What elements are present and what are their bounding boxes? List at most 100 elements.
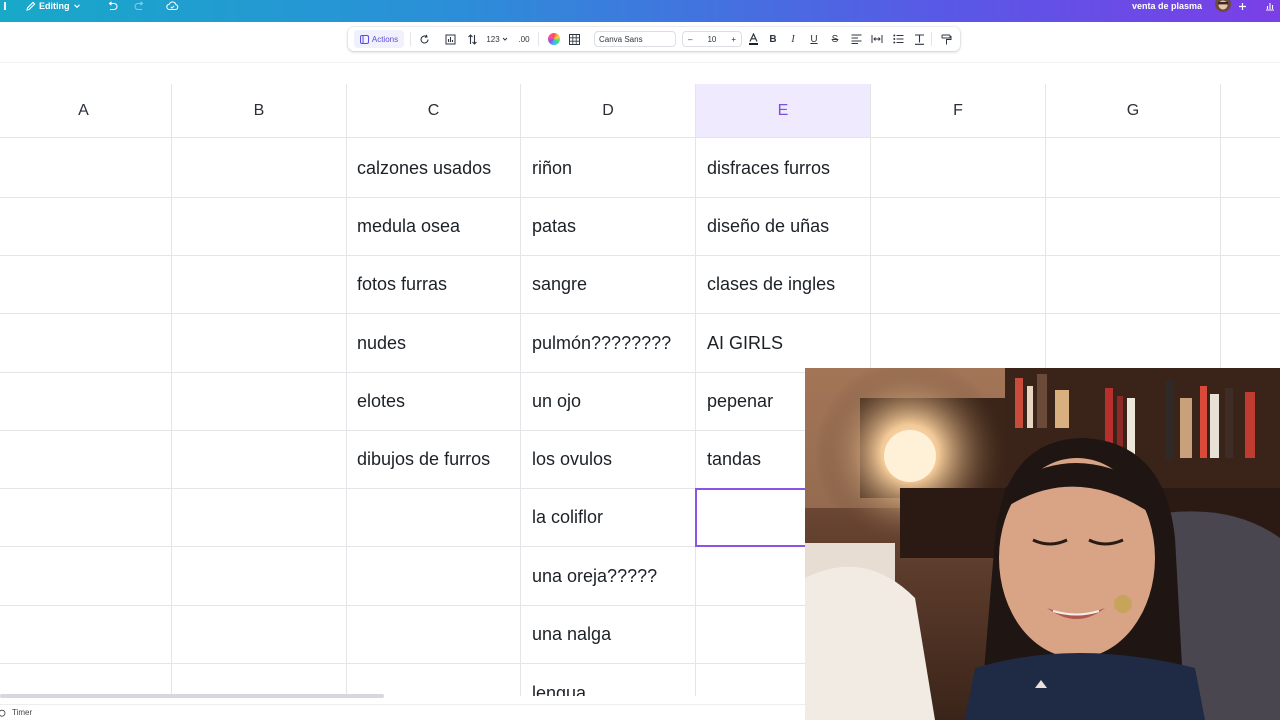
undo-button[interactable]	[107, 0, 118, 12]
increase-font-size-button[interactable]: +	[731, 35, 736, 44]
grid-line	[171, 138, 172, 696]
toolbar-divider	[410, 32, 411, 46]
paint-roller-icon	[941, 34, 951, 44]
bold-glyph: B	[769, 33, 777, 45]
document-title[interactable]: venta de plasma	[1132, 0, 1202, 12]
cell-d2[interactable]: patas	[521, 197, 695, 255]
list-button[interactable]	[891, 27, 905, 51]
cloud-save-button[interactable]	[166, 0, 179, 12]
toolbar-area-background	[0, 62, 1280, 84]
undo-icon	[108, 1, 118, 11]
toolbar-divider	[931, 32, 932, 46]
column-header-e[interactable]: E	[696, 84, 871, 138]
italic-button[interactable]: I	[786, 27, 800, 51]
decimals-label: .00	[518, 34, 530, 44]
bullet-list-icon	[892, 34, 903, 44]
cell-d1[interactable]: riñon	[521, 139, 695, 197]
cell-d6[interactable]: los ovulos	[521, 430, 695, 488]
align-left-icon	[851, 34, 861, 44]
toolbar-divider	[538, 32, 539, 46]
font-family-label: Canva Sans	[599, 34, 643, 44]
column-header-d[interactable]: D	[521, 84, 696, 138]
cell-c1[interactable]: calzones usados	[346, 139, 520, 197]
refresh-button[interactable]	[416, 27, 432, 51]
actions-icon	[359, 34, 369, 44]
cell-e4[interactable]: AI GIRLS	[696, 314, 870, 372]
chevron-down-icon	[502, 37, 508, 41]
column-header-a[interactable]: A	[0, 84, 172, 138]
grid-icon	[568, 33, 580, 45]
pencil-icon	[26, 1, 36, 11]
cell-e3[interactable]: clases de ingles	[696, 255, 870, 313]
editing-mode-dropdown[interactable]: Editing	[26, 0, 81, 12]
borders-button[interactable]	[566, 27, 582, 51]
bold-button[interactable]: B	[766, 27, 780, 51]
cloud-check-icon	[166, 1, 179, 10]
cell-c3[interactable]: fotos furras	[346, 255, 520, 313]
spacing-button[interactable]	[870, 27, 884, 51]
timer-icon	[0, 709, 6, 717]
cell-c2[interactable]: medula osea	[346, 197, 520, 255]
column-header-partial[interactable]	[1221, 84, 1280, 138]
cell-e1[interactable]: disfraces furros	[696, 139, 870, 197]
letter-spacing-icon	[871, 35, 883, 43]
column-chart-icon	[445, 34, 455, 44]
horizontal-scrollbar[interactable]	[0, 694, 384, 698]
menu-fragment[interactable]	[0, 0, 6, 12]
actions-label: Actions	[371, 34, 399, 44]
copy-style-button[interactable]	[938, 27, 954, 51]
vertical-align-button[interactable]	[912, 27, 926, 51]
webcam-video-image	[805, 368, 1280, 720]
format-toolbar: Actions 123 .00 Canva Sans – 10 + B I U …	[348, 27, 960, 51]
italic-glyph: I	[791, 33, 795, 45]
underline-glyph: U	[810, 33, 818, 45]
number-format-label: 123	[486, 34, 500, 44]
chevron-down-icon	[73, 4, 80, 9]
redo-icon	[134, 1, 144, 11]
column-header-b[interactable]: B	[172, 84, 347, 138]
actions-button[interactable]: Actions	[354, 30, 404, 48]
number-format-dropdown[interactable]: 123	[484, 27, 510, 51]
font-size-value[interactable]: 10	[707, 35, 716, 44]
avatar-image	[1215, 0, 1231, 12]
cell-d3[interactable]: sangre	[521, 255, 695, 313]
column-header-c[interactable]: C	[347, 84, 521, 138]
sort-button[interactable]	[464, 27, 480, 51]
plus-icon	[1239, 2, 1246, 10]
timer-label: Timer	[12, 708, 33, 717]
cell-d8[interactable]: una oreja?????	[521, 547, 695, 605]
column-header-f[interactable]: F	[871, 84, 1046, 138]
text-color-button[interactable]	[746, 27, 760, 51]
add-collaborator-button[interactable]	[1238, 0, 1247, 12]
sort-icon	[467, 33, 477, 45]
column-header-g[interactable]: G	[1046, 84, 1221, 138]
redo-button[interactable]	[134, 0, 145, 12]
cell-d7[interactable]: la coliflor	[521, 488, 695, 546]
color-wheel-icon	[548, 33, 560, 45]
cell-d9[interactable]: una nalga	[521, 605, 695, 663]
decimals-button[interactable]: .00	[514, 27, 534, 51]
insights-button[interactable]	[1265, 0, 1275, 12]
cell-c4[interactable]: nudes	[346, 314, 520, 372]
cell-c6[interactable]: dibujos de furros	[346, 430, 520, 488]
decrease-font-size-button[interactable]: –	[688, 35, 692, 44]
refresh-icon	[419, 34, 429, 44]
font-size-control: – 10 +	[682, 31, 742, 47]
cell-d4[interactable]: pulmón????????	[521, 314, 695, 372]
cell-e2[interactable]: diseño de uñas	[696, 197, 870, 255]
strikethrough-button[interactable]: S	[828, 27, 842, 51]
avatar[interactable]	[1213, 0, 1233, 12]
underline-button[interactable]: U	[807, 27, 821, 51]
align-button[interactable]	[849, 27, 863, 51]
cell-d10[interactable]: lengua	[521, 664, 695, 697]
font-family-dropdown[interactable]: Canva Sans	[594, 31, 676, 47]
cell-color-button[interactable]	[546, 27, 562, 51]
cell-d5[interactable]: un ojo	[521, 372, 695, 430]
cell-c5[interactable]: elotes	[346, 372, 520, 430]
bar-chart-icon	[1266, 3, 1274, 11]
webcam-overlay	[805, 368, 1280, 720]
text-height-icon	[914, 33, 924, 45]
column-stats-button[interactable]	[442, 27, 458, 51]
strikethrough-glyph: S	[831, 33, 839, 45]
timer-button[interactable]: Timer	[0, 708, 32, 717]
